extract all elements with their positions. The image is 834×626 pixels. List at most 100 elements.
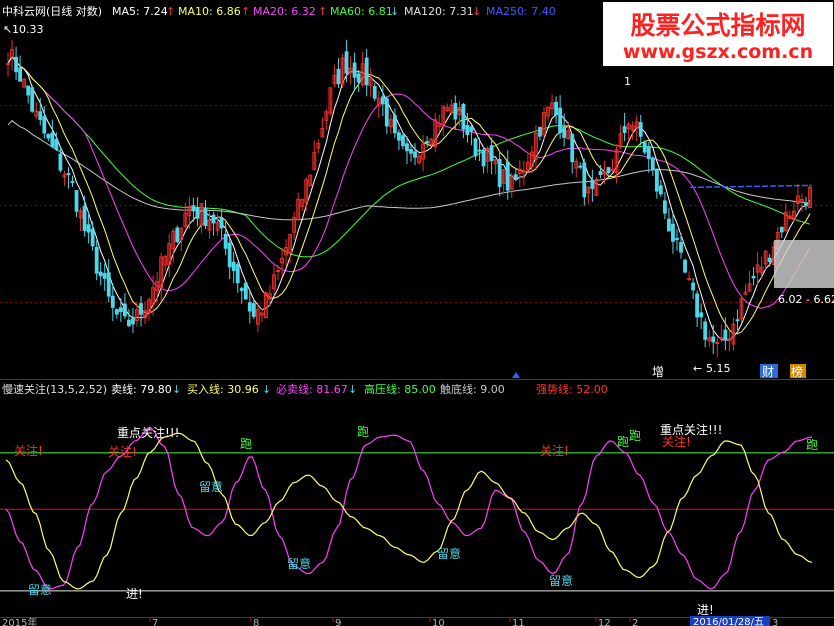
candle-down (425, 141, 430, 144)
high-price-label: 10.33 (12, 23, 44, 36)
cursor-date-label: 2016/01/28/五 (693, 617, 764, 626)
candle-down (18, 67, 23, 82)
ma120-arrow: ↓ (472, 5, 481, 18)
ma10-label: MA10: 6.86 (178, 5, 241, 18)
candle-down (114, 309, 119, 315)
candle-down (667, 218, 671, 232)
sell-line-label: 卖线: 79.80 (111, 382, 172, 396)
candle-down (513, 174, 518, 180)
candle-down (344, 51, 349, 74)
candle-down (538, 127, 542, 137)
candle-down (127, 319, 131, 327)
candle-down (642, 142, 647, 153)
candle-down (38, 111, 43, 120)
high-line-label: 高压线: 85.00 (364, 382, 436, 396)
candle-down (139, 303, 143, 315)
candle-down (82, 205, 87, 232)
candle-down (102, 273, 107, 279)
candle-down (590, 179, 595, 189)
signal-label-zhongdian: 重点关注!!! (117, 425, 179, 440)
candle-down (413, 151, 417, 158)
date-tick-label: 11 (512, 618, 525, 626)
date-axis-start: 2015年 (2, 616, 37, 626)
candle-down (683, 259, 687, 273)
candle-up (715, 341, 720, 344)
range-label: 6.02 - 6.62 (778, 293, 834, 306)
candle-down (175, 227, 180, 243)
candle-down (26, 85, 31, 96)
must-sell-arrow: ↓ (348, 383, 357, 396)
signal-label-liuyi: 留意 (287, 556, 311, 571)
candle-down (481, 149, 486, 167)
candle-down (106, 272, 111, 297)
signal-label-jin: 进! (126, 587, 143, 601)
date-tick-label: 7 (152, 618, 158, 626)
candle-down (804, 202, 808, 207)
candle-down (58, 153, 63, 171)
candle-down (489, 145, 494, 162)
signal-label-pao: 跑 (357, 425, 369, 439)
date-tick-label: 3 (772, 618, 778, 626)
buy-line-label: 买入线: 30.96 (187, 382, 259, 396)
low-price-label: 5.15 (706, 362, 731, 375)
signal-label-zhongdian: 重点关注!!! (660, 422, 722, 437)
candle-down (461, 103, 466, 130)
ma120-label: MA120: 7.31 (404, 5, 474, 18)
candle-down (54, 138, 59, 150)
indicator-name: 慢速关注(13,5,2,52) (2, 382, 107, 396)
candle-down (247, 302, 252, 312)
candle-down (654, 168, 659, 192)
candle-down (767, 257, 772, 262)
date-tick-label: 10 (432, 618, 445, 626)
candle-up (727, 338, 732, 341)
peak-marker: 1 (624, 75, 631, 88)
candle-down (384, 98, 389, 127)
candle-down (405, 143, 409, 152)
candle-down (90, 228, 95, 247)
signal-label-liuyi: 留意 (28, 582, 52, 597)
signal-label-guanzhu: 关注! (540, 443, 569, 458)
date-tick-label: 8 (253, 618, 259, 626)
candle-down (703, 321, 708, 340)
ma250-label: MA250: 7.40 (486, 5, 556, 18)
candle-down (110, 295, 115, 308)
candle-down (751, 275, 756, 279)
candle-down (380, 96, 385, 105)
watermark-url: www.gszx.com.cn (623, 41, 813, 63)
candle-down (606, 167, 611, 174)
ma5-arrow: ↑ (166, 5, 175, 18)
candle-down (94, 246, 99, 274)
signal-label-liuyi: 留意 (437, 546, 461, 561)
candle-down (469, 126, 474, 132)
candle-down (622, 126, 627, 134)
candle-up (6, 63, 10, 66)
candle-down (30, 87, 35, 112)
candle-down (98, 271, 103, 277)
candle-down (409, 149, 413, 154)
candle-down (562, 126, 567, 138)
candle-down (691, 282, 696, 291)
candle-down (453, 102, 458, 120)
ma60-label: MA60: 6.81 (330, 5, 393, 18)
candle-down (554, 101, 559, 116)
tag-zeng: 增 (652, 365, 664, 379)
tag-caicai: 财 (762, 365, 774, 379)
candle-down (675, 237, 679, 240)
bottom-line-label: 触底线: 9.00 (440, 382, 505, 396)
candle-down (86, 224, 91, 233)
candle-down (219, 217, 224, 229)
stock-chart: 中科云网(日线 对数) MA5: 7.24 ↑ MA10: 6.86 ↑ MA2… (0, 0, 834, 626)
candle-down (227, 242, 232, 268)
candle-down (372, 85, 377, 99)
range-selection-box[interactable] (774, 240, 834, 288)
candle-down (505, 161, 510, 191)
candle-down (191, 205, 196, 212)
candle-down (711, 336, 716, 343)
candle-down (392, 115, 397, 134)
ma20-arrow: ↑ (318, 5, 327, 18)
ma20-label: MA20: 6.32 (253, 5, 316, 18)
candle-down (14, 56, 18, 73)
candle-up (687, 278, 691, 281)
signal-label-guanzhu: 关注! (108, 444, 137, 459)
candle-down (662, 200, 667, 214)
